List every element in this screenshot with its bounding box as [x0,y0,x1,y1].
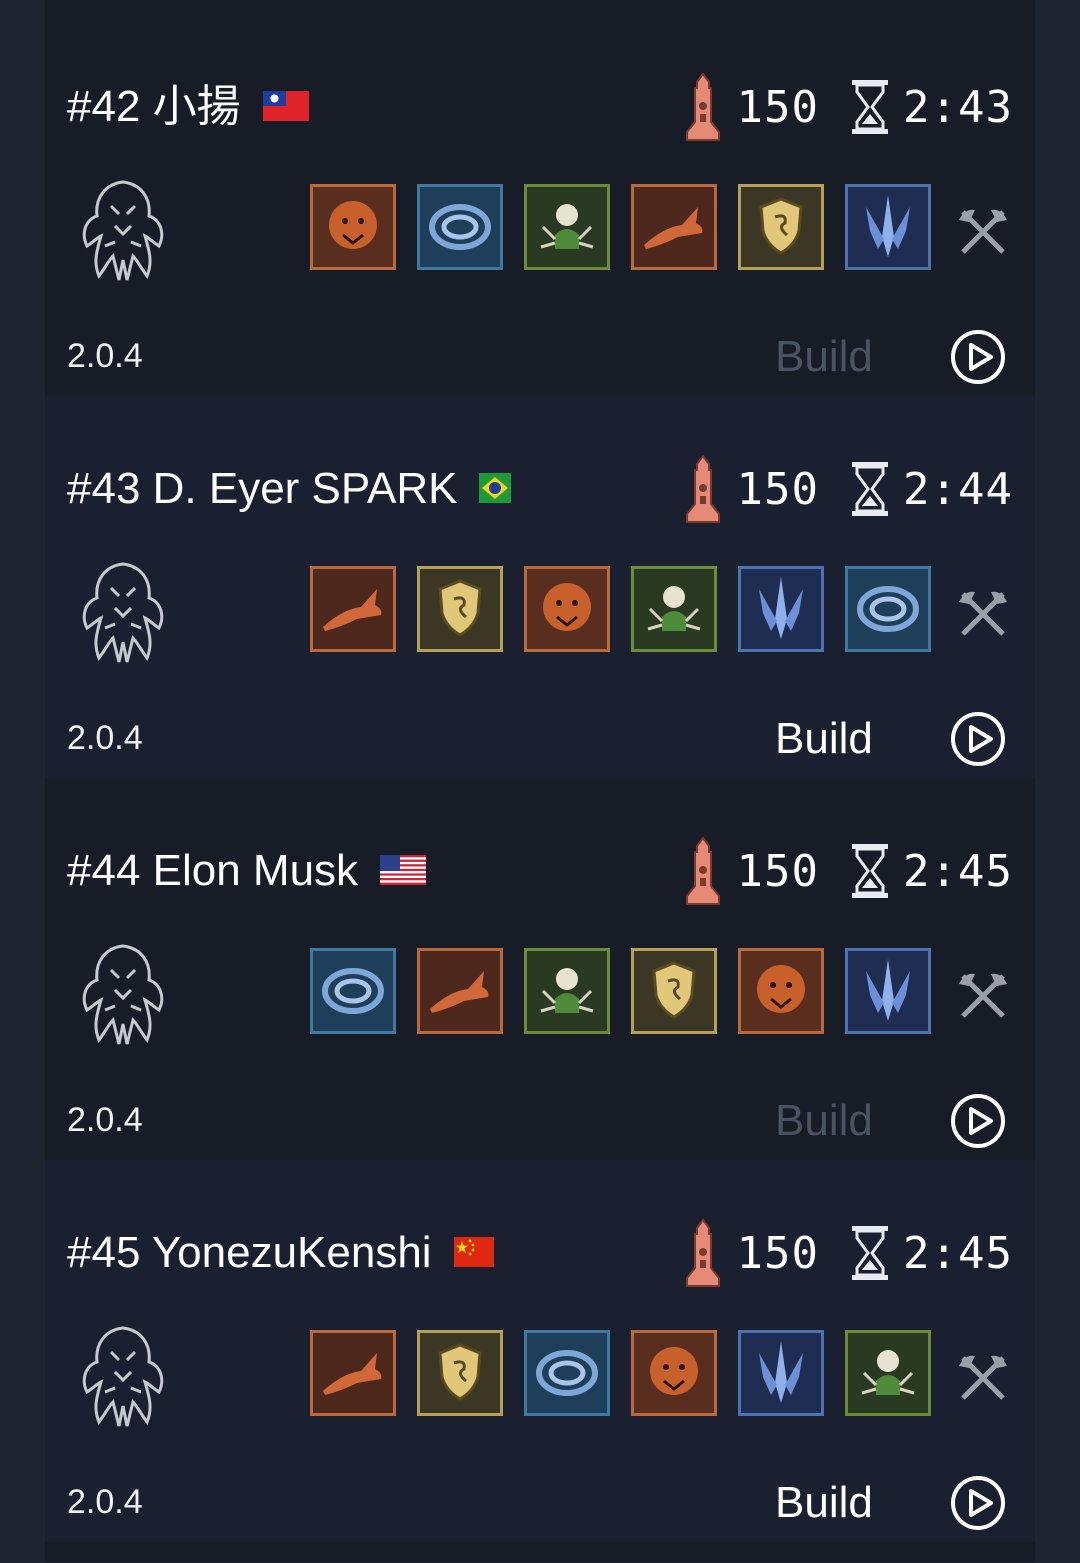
build-link[interactable]: Build [775,330,873,384]
skull-spider-glyph-icon[interactable] [524,184,610,270]
ice-blades-glyph-icon[interactable] [738,1330,824,1416]
clear-time-value: 2:44 [903,463,1013,515]
shield-glyph-icon[interactable] [738,184,824,270]
hourglass-icon [852,462,889,516]
jaguar-glyph-icon[interactable] [524,566,610,652]
rank-and-name: #44 Elon Musk [67,846,359,895]
ice-blades-glyph-icon[interactable] [738,566,824,652]
build-link[interactable]: Build [775,712,873,766]
tower-icon [685,1218,720,1287]
game-version: 2.0.4 [67,719,143,757]
previous-entry-edge [45,0,1035,14]
play-video-icon[interactable] [949,1092,1007,1150]
shield-glyph-icon[interactable] [417,1330,503,1416]
leaderboard-entry[interactable]: #44 Elon Musk 150 2:45 2.0.4 Build [45,778,1035,1160]
leaderboard-entry[interactable]: #43 D. Eyer SPARK 150 2:44 2.0.4 Build [45,396,1035,778]
game-version: 2.0.4 [67,1483,143,1521]
stats: 150 2:43 [681,70,1013,144]
water-vortex-glyph-icon[interactable] [524,1330,610,1416]
rank-and-name: #42 小揚 [67,82,241,131]
flag-brazil-icon [479,462,512,516]
skull-spider-glyph-icon[interactable] [524,948,610,1034]
player-heading: #42 小揚 [67,80,309,134]
play-video-icon[interactable] [949,710,1007,768]
crossed-axes-icon [959,1355,1007,1400]
build-link[interactable]: Build [775,1476,873,1530]
paragon-glyphs [310,184,931,270]
clear-time-value: 2:43 [903,81,1013,133]
water-vortex-glyph-icon[interactable] [310,948,396,1034]
play-video-icon[interactable] [949,1474,1007,1532]
skull-spider-glyph-icon[interactable] [631,566,717,652]
flag-china-icon [453,1226,494,1280]
hourglass-icon [852,80,889,134]
water-vortex-glyph-icon[interactable] [417,184,503,270]
wolf-dash-glyph-icon[interactable] [417,948,503,1034]
druid-class-icon [82,562,164,663]
wolf-dash-glyph-icon[interactable] [631,184,717,270]
clear-time-value: 2:45 [903,1227,1013,1279]
clear-time-value: 2:45 [903,845,1013,897]
druid-class-icon [82,944,164,1045]
build-link[interactable]: Build [775,1094,873,1148]
player-heading: #44 Elon Musk [67,844,427,898]
paragon-glyphs [310,948,931,1034]
paragon-glyphs [310,1330,931,1416]
druid-class-icon [82,180,164,281]
tower-icon [685,72,720,141]
game-version: 2.0.4 [67,337,143,375]
paragon-glyphs [310,566,931,652]
ice-blades-glyph-icon[interactable] [845,184,931,270]
leaderboard-list: #42 小揚 150 2:43 2.0.4 Build #43 D. Eyer … [45,0,1035,1562]
water-vortex-glyph-icon[interactable] [845,566,931,652]
wolf-dash-glyph-icon[interactable] [310,566,396,652]
pit-level-value: 150 [736,1227,820,1279]
leaderboard-entry[interactable]: #45 YonezuKenshi 150 2:45 2.0.4 Build [45,1160,1035,1542]
player-heading: #45 YonezuKenshi [67,1226,494,1280]
crossed-axes-icon [959,591,1007,636]
hourglass-icon [852,844,889,898]
tower-icon [685,836,720,905]
hourglass-icon [852,1226,889,1280]
pit-level-value: 150 [736,463,820,515]
jaguar-glyph-icon[interactable] [631,1330,717,1416]
player-heading: #43 D. Eyer SPARK [67,462,512,516]
pit-level-value: 150 [736,81,820,133]
crossed-axes-icon [959,209,1007,254]
crossed-axes-icon [959,973,1007,1018]
shield-glyph-icon[interactable] [417,566,503,652]
rank-and-name: #45 YonezuKenshi [67,1228,432,1277]
druid-class-icon [82,1326,164,1427]
flag-taiwan-icon [262,80,309,134]
play-video-icon[interactable] [949,328,1007,386]
rank-and-name: #43 D. Eyer SPARK [67,464,458,513]
stats: 150 2:45 [681,834,1013,908]
ice-blades-glyph-icon[interactable] [845,948,931,1034]
flag-usa-icon [380,844,427,898]
next-entry-edge [45,1542,1035,1562]
jaguar-glyph-icon[interactable] [310,184,396,270]
shield-glyph-icon[interactable] [631,948,717,1034]
stats: 150 2:44 [681,452,1013,526]
skull-spider-glyph-icon[interactable] [845,1330,931,1416]
jaguar-glyph-icon[interactable] [738,948,824,1034]
pit-level-value: 150 [736,845,820,897]
wolf-dash-glyph-icon[interactable] [310,1330,396,1416]
leaderboard-entry[interactable]: #42 小揚 150 2:43 2.0.4 Build [45,14,1035,396]
tower-icon [685,454,720,523]
game-version: 2.0.4 [67,1101,143,1139]
stats: 150 2:45 [681,1216,1013,1290]
